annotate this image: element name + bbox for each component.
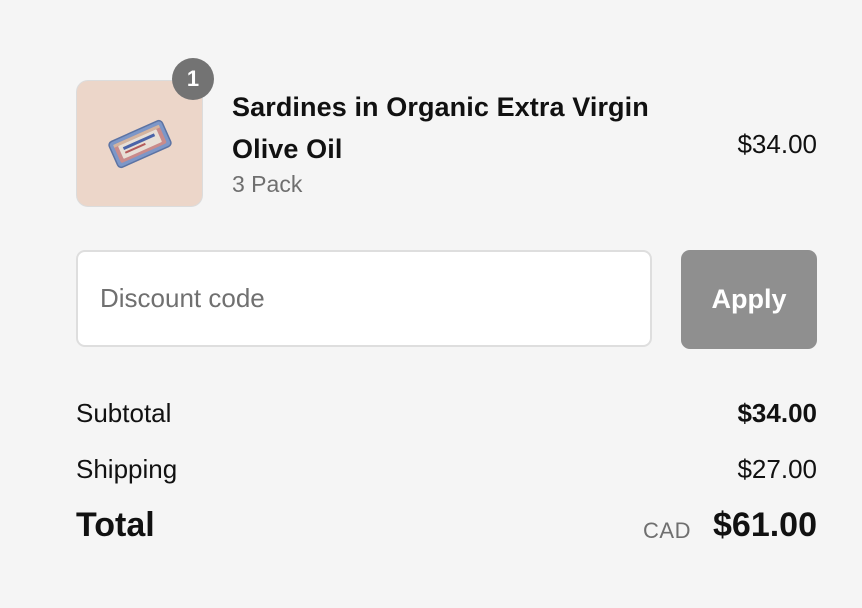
shipping-label: Shipping — [76, 454, 178, 484]
subtotal-value: $34.00 — [737, 398, 817, 428]
product-title: Sardines in Organic Extra Virgin Olive O… — [232, 92, 649, 164]
discount-code-input[interactable] — [76, 250, 652, 347]
line-item: 1 Sardines in Organic Extra Virgin Olive… — [76, 58, 817, 208]
subtotal-label: Subtotal — [76, 398, 172, 428]
total-value: $61.00 — [713, 506, 817, 544]
subtotal-row: Subtotal $34.00 — [76, 392, 817, 448]
quantity-badge: 1 — [172, 58, 214, 100]
totals: Subtotal $34.00 Shipping $27.00 Total CA… — [76, 392, 817, 564]
product-variant: 3 Pack — [232, 171, 303, 197]
product-price: $34.00 — [737, 129, 817, 159]
order-summary: 1 Sardines in Organic Extra Virgin Olive… — [0, 0, 862, 608]
total-label: Total — [76, 506, 155, 544]
total-row: Total CAD $61.00 — [76, 504, 817, 564]
sardine-tin-icon — [108, 119, 172, 169]
product-info: Sardines in Organic Extra Virgin Olive O… — [232, 86, 692, 198]
product-thumbnail: 1 — [76, 58, 214, 207]
discount-form: Apply — [76, 250, 817, 349]
shipping-row: Shipping $27.00 — [76, 448, 817, 504]
apply-button[interactable]: Apply — [681, 250, 817, 349]
shipping-value: $27.00 — [737, 454, 817, 484]
currency-code: CAD — [643, 518, 691, 543]
product-image — [76, 80, 203, 207]
